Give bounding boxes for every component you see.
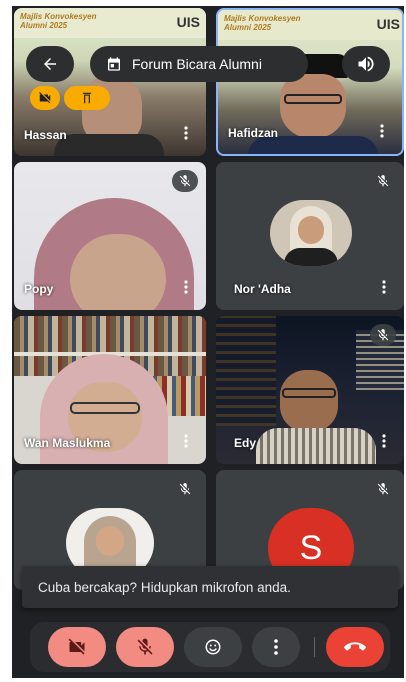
banner-event-text: Majlis Konvokesyen Alumni 2025 [20, 12, 97, 30]
screen-share-chip[interactable] [64, 86, 110, 110]
participant-body [256, 428, 376, 464]
reactions-button[interactable] [184, 627, 242, 667]
muted-indicator [370, 324, 396, 346]
meeting-title: Forum Bicara Alumni [132, 56, 262, 72]
videocam-off-icon [39, 92, 51, 104]
arrow-left-icon [44, 58, 56, 70]
more-vert-icon[interactable] [178, 434, 194, 452]
call-controls-bar [30, 622, 390, 672]
more-options-button[interactable] [252, 627, 300, 667]
more-vert-icon[interactable] [178, 280, 194, 298]
avatar-letter: S [299, 528, 323, 567]
more-vert-icon[interactable] [376, 280, 392, 298]
banner-brand-text: UIS [376, 16, 400, 32]
mic-toggle-button[interactable] [116, 627, 174, 667]
participant-tile-popy[interactable]: Popy [14, 162, 206, 310]
more-vert-icon[interactable] [178, 126, 194, 144]
mic-off-icon [377, 483, 389, 495]
present-icon [82, 92, 92, 104]
muted-indicator [172, 170, 198, 192]
avatar-body [284, 248, 338, 266]
controls-divider [314, 637, 315, 657]
calendar-icon [108, 57, 120, 71]
top-app-bar: Forum Bicara Alumni [12, 44, 404, 86]
meet-screen: Majlis Konvokesyen Alumni 2025 UIS Hassa… [12, 6, 404, 678]
participant-glasses [282, 388, 336, 398]
participant-glasses [70, 402, 140, 414]
mic-reminder-snackbar: Cuba bercakap? Hidupkan mikrofon anda. [22, 566, 398, 608]
end-call-button[interactable] [326, 627, 384, 667]
banner-event-text: Majlis Konvokesyen Alumni 2025 [224, 14, 301, 32]
participant-name: Wan Maslukma [24, 436, 111, 450]
more-vert-icon [274, 639, 278, 655]
camera-off-chip[interactable] [30, 86, 60, 110]
videocam-off-icon [68, 638, 85, 655]
more-vert-icon[interactable] [374, 124, 390, 142]
call-end-icon [344, 642, 366, 651]
avatar-face [96, 526, 124, 556]
participant-tile-edy[interactable]: Edy [216, 316, 404, 464]
participant-body [54, 134, 164, 156]
camera-toggle-button[interactable] [48, 627, 106, 667]
participant-glasses [284, 94, 342, 104]
speaker-icon [358, 56, 374, 72]
participant-name: Edy [234, 436, 257, 450]
mic-off-icon [377, 329, 389, 341]
more-vert-icon[interactable] [376, 434, 392, 452]
participant-name: Hafidzan [228, 126, 279, 140]
participant-name: Hassan [24, 128, 67, 142]
mic-off-icon [137, 638, 153, 655]
avatar-face [298, 216, 324, 244]
audio-output-button[interactable] [342, 46, 390, 82]
snackbar-message: Cuba bercakap? Hidupkan mikrofon anda. [38, 579, 291, 595]
meeting-title-chip[interactable]: Forum Bicara Alumni [90, 46, 308, 82]
participant-face [70, 234, 166, 310]
mic-off-icon [179, 175, 191, 187]
avatar [270, 200, 352, 266]
emoji-icon [205, 639, 221, 655]
banner-brand-text: UIS [176, 14, 200, 30]
back-button[interactable] [26, 46, 74, 82]
mic-off-icon [179, 483, 191, 495]
city-lights [216, 316, 276, 426]
event-banner: Majlis Konvokesyen Alumni 2025 UIS [14, 8, 206, 38]
muted-indicator [370, 170, 396, 192]
participant-tile-wan-maslukma[interactable]: Wan Maslukma [14, 316, 206, 464]
muted-indicator [172, 478, 198, 500]
muted-indicator [370, 478, 396, 500]
participant-name: Popy [24, 282, 54, 296]
participant-tile-nor-adha[interactable]: Nor 'Adha [216, 162, 404, 310]
event-banner: Majlis Konvokesyen Alumni 2025 UIS [218, 10, 402, 40]
mic-off-icon [377, 175, 389, 187]
participant-face [280, 370, 338, 432]
participant-name: Nor 'Adha [234, 282, 291, 296]
